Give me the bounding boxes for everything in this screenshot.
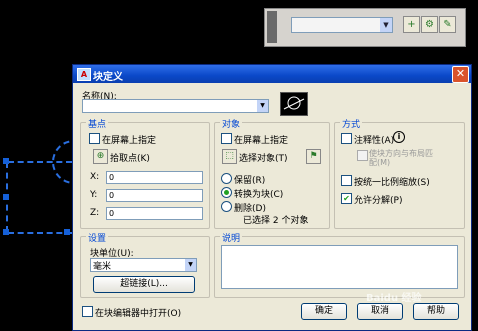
pick-point-icon[interactable]: ⊕: [93, 149, 108, 164]
grip-bottom-left[interactable]: [3, 229, 9, 235]
chevron-down-icon[interactable]: ▼: [380, 18, 392, 32]
select-objects-icon[interactable]: ⬚: [222, 149, 237, 164]
block-unit-combo[interactable]: 毫米 ▼: [90, 258, 197, 272]
edit-icon[interactable]: ✎: [439, 16, 456, 33]
base-specify-label: 在屏幕上指定: [102, 136, 157, 146]
open-in-editor-checkbox[interactable]: [82, 306, 93, 317]
preview-icon: [283, 96, 305, 110]
objects-specify-label: 在屏幕上指定: [234, 136, 289, 146]
chevron-down-icon[interactable]: ▼: [185, 259, 196, 271]
grip-top-left[interactable]: [3, 158, 9, 164]
toolbar-block-combo[interactable]: ▼: [291, 17, 393, 33]
grip-mid-left[interactable]: [3, 194, 9, 200]
y-label: Y:: [90, 190, 98, 200]
selected-count-text: 已选择 2 个对象: [243, 216, 309, 226]
delete-radio[interactable]: [221, 201, 232, 212]
scale-uniformly-label: 按统一比例缩放(S): [354, 178, 430, 188]
watermark: Baidu 经验: [366, 293, 422, 304]
annotative-label: 注释性(A): [354, 136, 395, 146]
dialog-title: 块定义: [93, 72, 123, 83]
y-field[interactable]: 0: [106, 189, 203, 202]
annotative-checkbox[interactable]: [341, 133, 352, 144]
toolbar-grip[interactable]: [267, 11, 277, 43]
base-specify-checkbox[interactable]: [89, 133, 100, 144]
description-textarea[interactable]: [221, 245, 458, 289]
dialog-titlebar[interactable]: A 块定义 ✕: [73, 65, 471, 83]
z-label: Z:: [90, 208, 100, 218]
open-in-editor-label: 在块编辑器中打开(O): [95, 309, 182, 319]
base-point-title: 基点: [86, 117, 109, 130]
retain-label: 保留(R): [234, 176, 266, 186]
match-orientation-label: 使块方向与布局匹配(M): [369, 149, 433, 167]
z-field[interactable]: 0: [106, 207, 203, 220]
x-field[interactable]: 0: [106, 171, 203, 184]
objects-specify-checkbox[interactable]: [221, 133, 232, 144]
ok-button[interactable]: 确定: [301, 303, 347, 320]
hyperlink-button[interactable]: 超链接(L)...: [93, 276, 195, 293]
add-icon[interactable]: +: [403, 16, 420, 33]
behavior-title: 方式: [340, 117, 363, 130]
description-title: 说明: [220, 231, 243, 244]
retain-radio[interactable]: [221, 173, 232, 184]
allow-exploding-label: 允许分解(P): [354, 196, 403, 206]
select-objects-button[interactable]: 选择对象(T): [239, 151, 288, 164]
block-unit-value: 毫米: [93, 262, 112, 272]
settings-icon[interactable]: ⚙: [421, 16, 438, 33]
cancel-button[interactable]: 取消: [357, 303, 403, 320]
quick-select-icon[interactable]: ⚑: [306, 149, 321, 164]
app-icon: A: [77, 68, 91, 81]
name-combo[interactable]: ▼: [82, 99, 269, 113]
settings-title: 设置: [86, 231, 109, 244]
convert-to-block-label: 转换为块(C): [234, 190, 284, 200]
selected-object-bottom-edge: [8, 232, 72, 234]
chevron-down-icon[interactable]: ▼: [257, 100, 268, 112]
close-button[interactable]: ✕: [452, 66, 469, 83]
objects-title: 对象: [220, 117, 243, 130]
block-toolbar: ▼ + ⚙ ✎: [264, 8, 466, 47]
scale-uniformly-checkbox[interactable]: [341, 175, 352, 186]
info-icon[interactable]: i: [393, 131, 405, 143]
block-preview: [280, 92, 308, 116]
grip-bottom-right[interactable]: [64, 229, 70, 235]
convert-to-block-radio[interactable]: [221, 187, 232, 198]
pick-point-button[interactable]: 拾取点(K): [110, 151, 150, 164]
allow-exploding-checkbox[interactable]: ✔: [341, 193, 352, 204]
x-label: X:: [90, 172, 100, 182]
match-orientation-checkbox[interactable]: [357, 150, 368, 161]
help-button[interactable]: 帮助: [413, 303, 459, 320]
